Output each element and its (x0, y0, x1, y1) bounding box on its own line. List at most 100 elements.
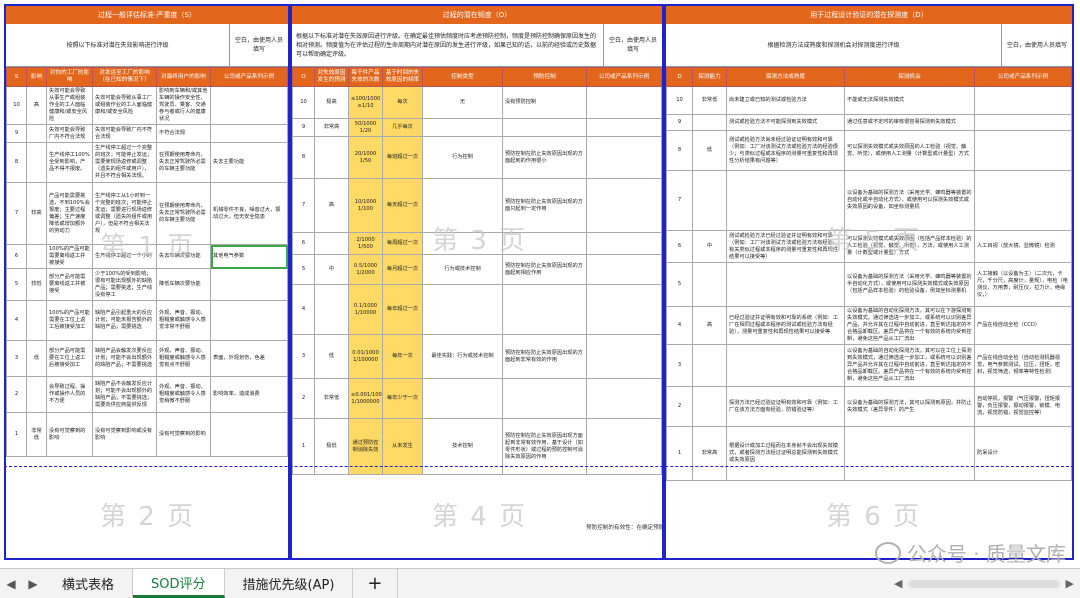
detection-cell-method[interactable]: 根据设计或加工过程而在本身就不会出现失效模式，或者探测方法经过证明总能探测到失效… (726, 426, 845, 481)
severity-cell-s[interactable]: 3 (6, 340, 27, 377)
tab-scroll-right-icon[interactable]: ▶ (22, 569, 44, 598)
severity-cell-ship[interactable]: 生产线停工从1小时到一个完整的班次；可能停止发运；需要进行现场返修或调整（遗失的… (92, 182, 157, 245)
severity-cell-s[interactable]: 1 (6, 412, 27, 457)
detection-cell-ability[interactable]: 非常高 (692, 426, 727, 481)
occurrence-cell-ctrl[interactable] (502, 232, 587, 255)
occurrence-cell-freq[interactable]: 几乎每次 (382, 118, 423, 137)
horizontal-scrollbar[interactable]: ◀ ▶ (888, 569, 1080, 598)
severity-cell-impact[interactable] (26, 300, 47, 341)
occurrence-cell-per1000[interactable]: 50/1000 1/20 (348, 118, 383, 137)
scrollbar-thumb[interactable] (908, 579, 1060, 588)
severity-cell-ex[interactable] (210, 268, 288, 301)
occurrence-cell-type[interactable]: 行为或技术控制 (422, 254, 503, 285)
detection-cell-chance[interactable]: 可以探测失效模式或失效原因的人工检验（视觉、触觉、听觉），或使用人工测量（计数型… (844, 130, 975, 171)
detection-cell-ability[interactable]: 中 (692, 230, 727, 263)
severity-cell-user[interactable]: 外观、声音、振动、粗糙度或触感令人感觉有点不舒服 (156, 340, 211, 377)
severity-cell-impact[interactable] (26, 376, 47, 413)
occurrence-cell-ex[interactable] (586, 86, 662, 119)
occurrence-cell-ex[interactable] (586, 136, 662, 179)
occurrence-cell-freq[interactable]: 每月超过一次 (382, 254, 423, 285)
occurrence-cell-ex[interactable] (586, 118, 662, 137)
severity-cell-ex[interactable]: 影响效率，造成浪费 (210, 376, 288, 413)
detection-cell-chance[interactable]: 以设备为基础的探测方法（采用光学、蜂鸣器等装置的半自动化方式），或使用可以探测失… (844, 262, 975, 307)
detection-cell-chance[interactable]: 不能或无法探测失效模式 (844, 86, 975, 115)
detection-cell-chance[interactable]: 通过任意或不定时的审核很容易探测到失效模式 (844, 114, 975, 131)
detection-cell-method[interactable] (726, 262, 845, 307)
detection-cell-ex[interactable] (974, 130, 1072, 171)
occurrence-cell-o[interactable]: 4 (292, 284, 315, 335)
severity-cell-user[interactable]: 不符合法规 (156, 124, 211, 143)
occurrence-cell-o[interactable]: 2 (292, 378, 315, 419)
severity-cell-ex[interactable]: 表面，外观划伤，色差 (210, 340, 288, 377)
occurrence-cell-ex[interactable] (586, 232, 662, 255)
detection-cell-ex[interactable]: 人工接触（以设备为主）（二次元，卡尺，千分尺，高度计，量规），电检（电测仪，万用… (974, 262, 1072, 307)
detection-cell-ex[interactable] (974, 170, 1072, 231)
occurrence-cell-type[interactable] (422, 232, 503, 255)
detection-cell-method[interactable]: 尚未建立或已知的测试或检验方法 (726, 86, 845, 115)
occurrence-cell-o[interactable]: 3 (292, 334, 315, 379)
occurrence-cell-pred[interactable]: 极高 (314, 86, 349, 119)
detection-cell-d[interactable]: 5 (666, 262, 693, 307)
severity-cell-ship[interactable]: 没有可觉察到影响或没有影响 (92, 412, 157, 457)
occurrence-cell-type[interactable] (422, 118, 503, 137)
occurrence-cell-freq[interactable]: 每年少于一次 (382, 378, 423, 419)
severity-cell-s[interactable]: 6 (6, 244, 27, 269)
severity-cell-ship[interactable]: 生产线停工超过一个小时 (92, 244, 157, 269)
severity-cell-s[interactable]: 2 (6, 376, 27, 413)
occurrence-cell-o[interactable]: 10 (292, 86, 315, 119)
add-sheet-button[interactable]: + (353, 569, 398, 598)
occurrence-cell-per1000[interactable]: 0.5/1000 1/2000 (348, 254, 383, 285)
detection-cell-method[interactable] (726, 170, 845, 231)
occurrence-cell-per1000[interactable]: ≤0.001/1000 1/1000000 (348, 378, 383, 419)
detection-cell-ability[interactable] (692, 262, 727, 307)
occurrence-cell-ex[interactable] (586, 378, 662, 419)
occurrence-cell-ctrl[interactable]: 预防控制在防止失效原因出现的方面只起到一定作用 (502, 178, 587, 233)
severity-cell-user[interactable]: 失去车辆次要功能 (156, 244, 211, 269)
occurrence-cell-freq[interactable]: 每周超过一次 (382, 232, 423, 255)
occurrence-cell-o[interactable]: 8 (292, 136, 315, 179)
detection-cell-chance[interactable] (844, 426, 975, 481)
severity-cell-user[interactable]: 外观、声音、振动、粗糙度或触感令人感觉稍微不舒服 (156, 376, 211, 413)
occurrence-cell-per1000[interactable]: 10/1000 1/100 (348, 178, 383, 233)
detection-cell-chance[interactable]: 以设备为基础的探测方法，其可以探测到原因，并防止失效模式（差异零件）的产生 (844, 386, 975, 427)
detection-cell-chance[interactable]: 以设备为基础的自动化探测方法，其可以在工位上探测到失效模式，通过筛选进一步加工，… (844, 344, 975, 387)
severity-cell-impact[interactable]: 非常低 (26, 412, 47, 457)
severity-cell-impact[interactable] (26, 244, 47, 269)
detection-cell-ex[interactable]: 自动停机，报警（气压报警，扭矩报警，负压报警，振动报警，锁模、电流，视觉防错，视… (974, 386, 1072, 427)
severity-cell-impact[interactable]: 较高 (26, 182, 47, 245)
severity-cell-ship[interactable]: 失效可能会导致从事工厂或组装作业的工人面临健康和/或安全风险 (92, 86, 157, 125)
severity-cell-ship[interactable]: 缺陷产品引起重大的反应计划；可能未报告额外的缺陷产品；需要挑选 (92, 300, 157, 341)
detection-cell-method[interactable]: 探测方法已经过验证证明有效和可靠（例如：工厂在该方法方面有经验，防错验证等） (726, 386, 845, 427)
severity-cell-impact[interactable]: 较低 (26, 268, 47, 301)
severity-cell-plant[interactable]: 会导致过程、操作或操作人员的不方便 (46, 376, 93, 413)
occurrence-cell-freq[interactable]: 每次 (382, 86, 423, 119)
severity-cell-plant[interactable]: 100%的产品可能需要离线返工并被接受 (46, 244, 93, 269)
severity-cell-impact[interactable]: 低 (26, 340, 47, 377)
detection-cell-d[interactable]: 6 (666, 230, 693, 263)
severity-cell-ship[interactable]: 缺陷产品不会触发反应计划；可能不会出现额外的缺陷产品；不需要挑选；需要向供应商提… (92, 376, 157, 413)
severity-cell-ex[interactable]: 机械零件不良，噪音过大，振动过大，但无安全隐患 (210, 182, 288, 245)
scroll-right-icon[interactable]: ▶ (1066, 577, 1074, 590)
detection-cell-chance[interactable]: 可以探测失效模式或失效原因（包括产品样本检验）的人工检验（视觉、触觉、听觉），方… (844, 230, 975, 263)
detection-cell-d[interactable]: 7 (666, 170, 693, 231)
detection-cell-method[interactable]: 测试或检验方法不可能探测到失效模式 (726, 114, 845, 131)
detection-cell-ability[interactable]: 非常低 (692, 86, 727, 115)
occurrence-cell-pred[interactable]: 非常低 (314, 378, 349, 419)
occurrence-cell-per1000[interactable]: 20/1000 1/50 (348, 136, 383, 179)
severity-cell-s[interactable]: 5 (6, 268, 27, 301)
severity-cell-user[interactable]: 降低车辆次要功能 (156, 268, 211, 301)
occurrence-cell-pred[interactable] (314, 232, 349, 255)
occurrence-cell-ctrl[interactable]: 没有预防控制 (502, 86, 587, 119)
detection-cell-d[interactable]: 4 (666, 306, 693, 345)
severity-cell-plant[interactable]: 失效可能会导致厂内不符合法规 (46, 124, 93, 143)
severity-cell-plant[interactable]: 部分产品可能需要在工位上返工后被接受加工 (46, 340, 93, 377)
severity-cell-plant[interactable]: 产品可能需要挑选，不到100%会报废；主要过程偏差；生产速度降低或增加额外的劳动… (46, 182, 93, 245)
occurrence-cell-ctrl[interactable] (502, 118, 587, 137)
occurrence-cell-pred[interactable]: 低 (314, 334, 349, 379)
occurrence-cell-type[interactable]: 最佳实践：行为或技术控制 (422, 334, 503, 379)
occurrence-cell-ex[interactable] (586, 284, 662, 335)
occurrence-cell-o[interactable]: 6 (292, 232, 315, 255)
detection-cell-ex[interactable]: 防呆设计 (974, 426, 1072, 481)
detection-cell-chance[interactable]: 以设备为基础的自动化探测方法，其可以在下游探测到失效模式，通过筛选进一步加工，或… (844, 306, 975, 345)
occurrence-cell-ctrl[interactable]: 预防控制在防止失效原因出现的方面起到非常有效的作用 (502, 334, 587, 379)
